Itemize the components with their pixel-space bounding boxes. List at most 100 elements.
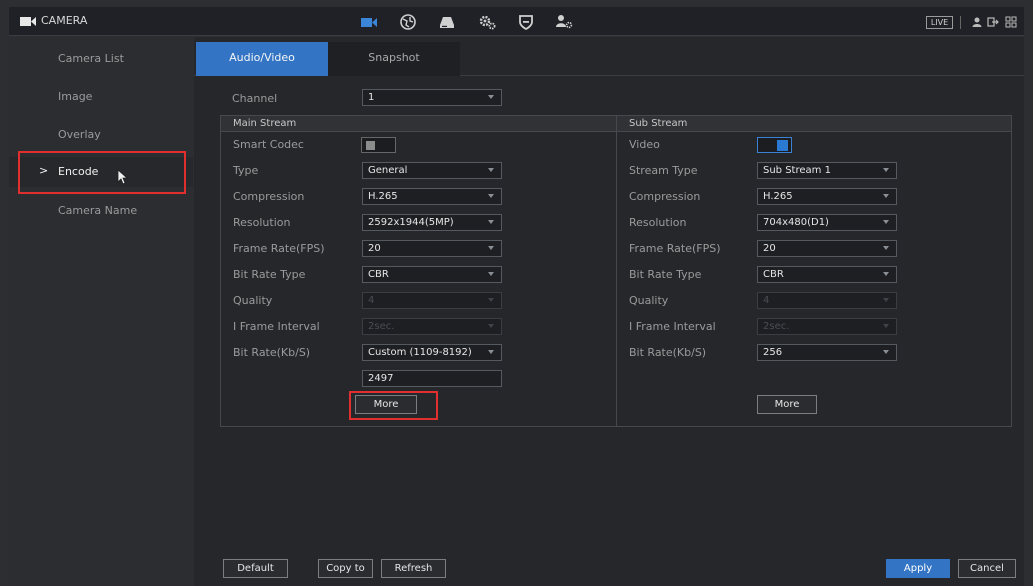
app-window: CAMERA LIVE Camera List Image Overlay > … [0, 0, 1033, 586]
sub-bit-rate-type-value: CBR [763, 269, 784, 280]
sub-bit-rate-type-label: Bit Rate Type [629, 268, 702, 281]
chevron-down-icon [488, 298, 494, 302]
channel-value: 1 [368, 92, 375, 103]
main-panel: Audio/Video Snapshot Channel 1 Main Stre… [194, 37, 1024, 586]
chevron-down-icon [883, 272, 889, 276]
main-quality-value: 4 [368, 295, 375, 306]
sub-compression-select[interactable]: H.265 [757, 188, 897, 205]
main-iframe-interval-label: I Frame Interval [233, 320, 320, 333]
main-frame-rate-value: 20 [368, 243, 381, 254]
chevron-down-icon [488, 194, 494, 198]
tab-audio-video[interactable]: Audio/Video [196, 42, 328, 76]
main-resolution-value: 2592x1944(5MP) [368, 217, 454, 228]
apply-button[interactable]: Apply [886, 559, 950, 578]
sub-iframe-interval-value: 2sec. [763, 321, 790, 332]
type-label: Type [233, 164, 259, 177]
chevron-down-icon [488, 350, 494, 354]
chevron-down-icon [883, 168, 889, 172]
main-resolution-select[interactable]: 2592x1944(5MP) [362, 214, 502, 231]
sub-quality-value: 4 [763, 295, 770, 306]
chevron-down-icon [883, 194, 889, 198]
sub-bit-rate-value: 256 [763, 347, 783, 358]
chevron-down-icon [488, 220, 494, 224]
channel-label: Channel [232, 92, 278, 105]
sidebar-item-overlay[interactable]: Overlay [9, 120, 193, 150]
chevron-down-icon [883, 324, 889, 328]
main-quality-select: 4 [362, 292, 502, 309]
chevron-down-icon [883, 298, 889, 302]
camera-icon[interactable] [359, 13, 379, 31]
stream-type-label: Stream Type [629, 164, 698, 177]
window-title: CAMERA [41, 14, 88, 27]
sidebar-item-image[interactable]: Image [9, 82, 193, 112]
main-resolution-label: Resolution [233, 216, 291, 229]
chevron-down-icon [488, 95, 494, 99]
video-label: Video [629, 138, 660, 151]
main-compression-select[interactable]: H.265 [362, 188, 502, 205]
main-iframe-interval-select: 2sec. [362, 318, 502, 335]
sub-frame-rate-select[interactable]: 20 [757, 240, 897, 257]
sub-quality-label: Quality [629, 294, 669, 307]
sub-bit-rate-type-select[interactable]: CBR [757, 266, 897, 283]
main-bit-rate-type-select[interactable]: CBR [362, 266, 502, 283]
logout-icon[interactable] [986, 15, 1000, 29]
tab-snapshot[interactable]: Snapshot [328, 42, 460, 76]
main-iframe-interval-value: 2sec. [368, 321, 395, 332]
main-quality-label: Quality [233, 294, 273, 307]
network-icon[interactable] [398, 13, 418, 31]
refresh-button[interactable]: Refresh [381, 559, 446, 578]
sub-iframe-interval-label: I Frame Interval [629, 320, 716, 333]
main-stream-header: Main Stream [221, 116, 616, 132]
stream-type-select[interactable]: Sub Stream 1 [757, 162, 897, 179]
main-bit-rate-select[interactable]: Custom (1109-8192) [362, 344, 502, 361]
copy-to-button[interactable]: Copy to [318, 559, 373, 578]
account-icon[interactable] [554, 13, 574, 31]
sub-resolution-select[interactable]: 704x480(D1) [757, 214, 897, 231]
sub-iframe-interval-select: 2sec. [757, 318, 897, 335]
main-bit-rate-value: Custom (1109-8192) [368, 347, 472, 358]
sub-frame-rate-value: 20 [763, 243, 776, 254]
sidebar: Camera List Image Overlay > Encode Camer… [9, 37, 193, 586]
smart-codec-label: Smart Codec [233, 138, 304, 151]
tab-bar: Audio/Video Snapshot [194, 42, 1024, 76]
main-bit-rate-label: Bit Rate(Kb/S) [233, 346, 311, 359]
main-bit-rate-type-label: Bit Rate Type [233, 268, 306, 281]
video-toggle[interactable] [757, 137, 792, 153]
stream-type-value: Sub Stream 1 [763, 165, 831, 176]
sidebar-item-label: Camera Name [58, 204, 138, 217]
type-select[interactable]: General [362, 162, 502, 179]
main-frame-rate-select[interactable]: 20 [362, 240, 502, 257]
sub-frame-rate-label: Frame Rate(FPS) [629, 242, 721, 255]
security-icon[interactable] [516, 13, 536, 31]
chevron-down-icon [488, 272, 494, 276]
user-icon[interactable] [970, 15, 984, 29]
chevron-down-icon [883, 350, 889, 354]
chevron-down-icon [488, 246, 494, 250]
sub-bit-rate-select[interactable]: 256 [757, 344, 897, 361]
main-compression-value: H.265 [368, 191, 398, 202]
sub-quality-select: 4 [757, 292, 897, 309]
sidebar-item-label: Camera List [58, 52, 124, 65]
grid-icon[interactable] [1004, 15, 1018, 29]
chevron-down-icon [488, 324, 494, 328]
smart-codec-toggle[interactable] [361, 137, 396, 153]
main-bit-rate-custom-input[interactable]: 2497 [362, 370, 502, 387]
default-button[interactable]: Default [223, 559, 288, 578]
sidebar-item-camera-list[interactable]: Camera List [9, 44, 193, 74]
sidebar-item-camera-name[interactable]: Camera Name [9, 196, 193, 226]
storage-icon[interactable] [437, 13, 457, 31]
sub-compression-value: H.265 [763, 191, 793, 202]
live-button[interactable]: LIVE [926, 16, 953, 29]
sub-resolution-value: 704x480(D1) [763, 217, 829, 228]
toggle-knob [366, 141, 375, 150]
channel-select[interactable]: 1 [362, 89, 502, 106]
camera-title-icon [20, 17, 36, 26]
top-separator [960, 16, 961, 29]
footer-bar: Default Copy to Refresh Apply Cancel [194, 555, 1024, 586]
system-settings-icon[interactable] [477, 13, 497, 31]
sub-more-button[interactable]: More [757, 395, 817, 414]
encode-highlight-box [18, 151, 186, 194]
main-compression-label: Compression [233, 190, 305, 203]
cancel-button[interactable]: Cancel [958, 559, 1016, 578]
sub-resolution-label: Resolution [629, 216, 687, 229]
